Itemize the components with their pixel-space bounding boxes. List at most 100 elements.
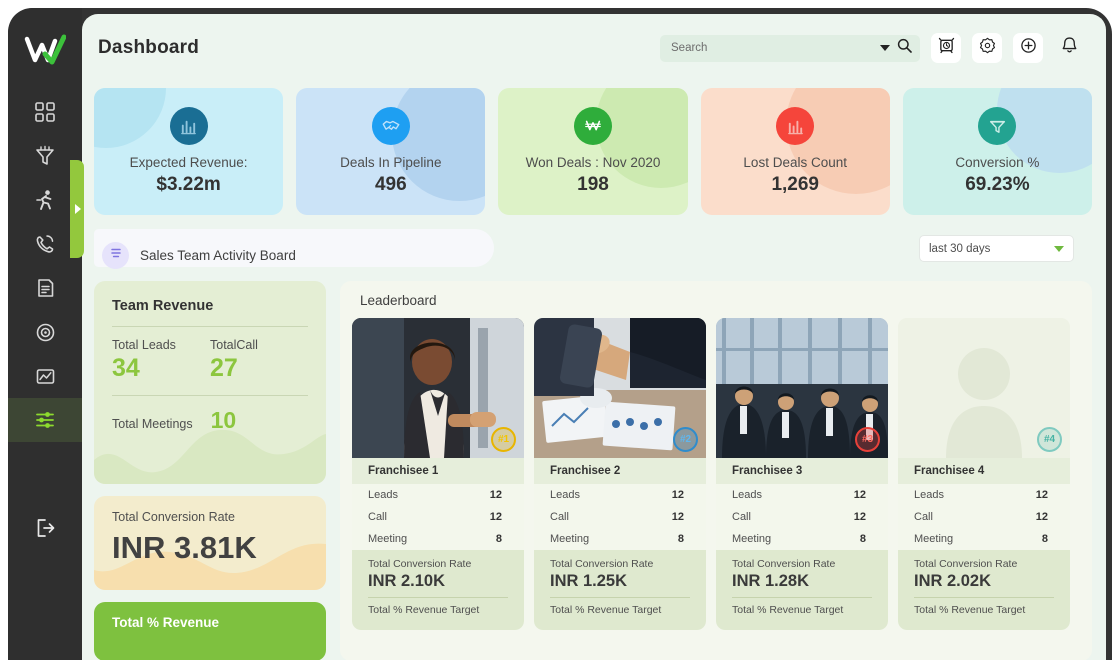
add-button[interactable]	[1013, 33, 1043, 63]
sidebar-item-dashboard[interactable]	[8, 90, 82, 134]
conversion-value: INR 2.10K	[368, 572, 446, 590]
leaderboard-card[interactable]: #1 Franchisee 1 Leads 12 Call 12 Meeting	[352, 318, 524, 630]
topbar: Dashboard	[82, 14, 1106, 82]
conversion-section: Total Conversion Rate INR 1.25K Total % …	[534, 550, 706, 630]
conversion-section: Total Conversion Rate INR 2.02K Total % …	[898, 550, 1070, 630]
kpi-card-conversion[interactable]: Conversion % 69.23%	[902, 88, 1093, 215]
leads-row: Leads 12	[352, 484, 524, 506]
settings-badge-button[interactable]	[972, 33, 1002, 63]
leads-row: Leads 12	[534, 484, 706, 506]
revenue-label: Total % Revenue	[112, 615, 220, 631]
kpi-row: Expected Revenue: $3.22m Deals In Pipeli…	[82, 82, 1106, 215]
franchisee-photo: #3	[716, 318, 888, 458]
leaderboard-card[interactable]: #4 Franchisee 4 Leads 12 Call 12 Meeting	[898, 318, 1070, 630]
call-row: Call 12	[352, 506, 524, 528]
conversion-label: Total Conversion Rate	[368, 558, 472, 570]
total-revenue-card: Total % Revenue	[94, 602, 326, 660]
kpi-icon-bar-chart	[169, 107, 208, 145]
conversion-value: INR 2.02K	[914, 572, 992, 590]
call-label: Call	[914, 511, 933, 523]
logout-button[interactable]	[8, 508, 82, 552]
leaderboard-cards: #1 Franchisee 1 Leads 12 Call 12 Meeting	[340, 318, 1092, 630]
kpi-card-expected-revenue[interactable]: Expected Revenue: $3.22m	[94, 88, 284, 215]
kpi-icon-handshake	[371, 107, 410, 145]
grid-icon	[35, 102, 55, 122]
document-icon	[35, 278, 56, 299]
conversion-label: Total Conversion Rate	[914, 558, 1018, 570]
kpi-card-won-deals[interactable]: Won Deals : Nov 2020 198	[498, 88, 688, 215]
sidebar-item-targets[interactable]	[8, 310, 82, 354]
app-window: Dashboard Search Expected Revenue: $3.22…	[0, 0, 1120, 660]
bell-icon	[1060, 36, 1079, 60]
search-icon[interactable]	[897, 38, 912, 58]
kpi-label: Deals In Pipeline	[340, 155, 442, 170]
sidebar-item-documents[interactable]	[8, 266, 82, 310]
search-input[interactable]	[671, 42, 880, 54]
call-row: Call 12	[716, 506, 888, 528]
total-calls-label: TotalCall	[210, 338, 258, 352]
image-chart-icon	[35, 366, 56, 387]
team-stats-row: Total Leads 34 TotalCall 27	[112, 338, 308, 383]
rank-text: #2	[679, 434, 692, 445]
rank-badge: #1	[491, 427, 516, 452]
settings-badge-icon	[979, 37, 996, 59]
notifications-button[interactable]	[1054, 33, 1084, 63]
meeting-row: Meeting 8	[352, 528, 524, 550]
meeting-row: Meeting 8	[716, 528, 888, 550]
sidebar-nav	[8, 90, 82, 442]
conversion-label: Total Conversion Rate	[732, 558, 836, 570]
leaderboard-title: Leaderboard	[360, 293, 437, 308]
leads-row: Leads 12	[716, 484, 888, 506]
call-value: 12	[489, 511, 502, 523]
w-check-logo[interactable]	[23, 30, 67, 70]
revenue-target-label: Total % Revenue Target	[914, 604, 1026, 616]
kpi-value: 198	[577, 174, 609, 195]
leads-value: 12	[1035, 489, 1048, 501]
meeting-value: 8	[1041, 533, 1048, 545]
call-value: 12	[853, 511, 866, 523]
leaderboard-card[interactable]: #3 Franchisee 3 Leads 12 Call 12 Meeting	[716, 318, 888, 630]
meeting-value: 8	[677, 533, 684, 545]
call-value: 12	[1035, 511, 1048, 523]
leaderboard-panel: Leaderboard #1 Franchisee 1 Leads 12 Cal…	[340, 281, 1092, 660]
divider	[732, 597, 872, 598]
search-box[interactable]	[660, 34, 920, 62]
page-title: Dashboard	[98, 37, 200, 58]
rank-badge: #3	[855, 427, 880, 452]
total-conversion-rate-card: Total Conversion Rate INR 3.81K	[94, 496, 326, 591]
leaderboard-card[interactable]: #2 Franchisee 2 Leads 12 Call 12 Meeting	[534, 318, 706, 630]
meeting-value: 8	[859, 533, 866, 545]
chevron-down-icon[interactable]	[880, 45, 890, 51]
kpi-card-deals-in-pipeline[interactable]: Deals In Pipeline 496	[296, 88, 486, 215]
franchisee-name: Franchisee 3	[716, 458, 888, 484]
franchisee-name: Franchisee 4	[898, 458, 1070, 484]
kpi-value: 496	[374, 174, 407, 195]
divider	[368, 597, 508, 598]
kpi-value: $3.22m	[156, 174, 221, 195]
team-revenue-title: Team Revenue	[112, 298, 214, 314]
phone-call-icon	[34, 233, 56, 255]
total-leads-value: 34	[112, 354, 140, 382]
sidebar-item-settings-filters[interactable]	[8, 398, 82, 442]
kpi-card-lost-deals[interactable]: Lost Deals Count 1,269	[700, 88, 890, 215]
franchisee-photo: #2	[534, 318, 706, 458]
leads-label: Leads	[732, 489, 762, 501]
target-icon	[35, 322, 56, 343]
conversion-value: INR 1.25K	[550, 572, 628, 590]
conversion-value: INR 1.28K	[732, 572, 810, 590]
conversion-label: Total Conversion Rate	[112, 510, 235, 525]
decor-blob	[595, 88, 688, 188]
total-calls-value: 27	[210, 354, 238, 382]
plus-circle-icon	[1020, 37, 1037, 59]
conversion-value: INR 3.81K	[112, 530, 257, 566]
sidebar-expand-handle[interactable]	[70, 160, 84, 258]
divider	[550, 597, 690, 598]
lower-section: Team Revenue Total Leads 34 TotalCall 27	[82, 281, 1106, 660]
rank-text: #1	[497, 434, 510, 445]
date-range-select[interactable]: last 30 days	[919, 235, 1074, 262]
alarm-clock-button[interactable]	[931, 33, 961, 63]
rank-badge: #2	[673, 427, 698, 452]
leads-value: 12	[853, 489, 866, 501]
sidebar-item-reports[interactable]	[8, 354, 82, 398]
meeting-label: Meeting	[914, 533, 954, 545]
